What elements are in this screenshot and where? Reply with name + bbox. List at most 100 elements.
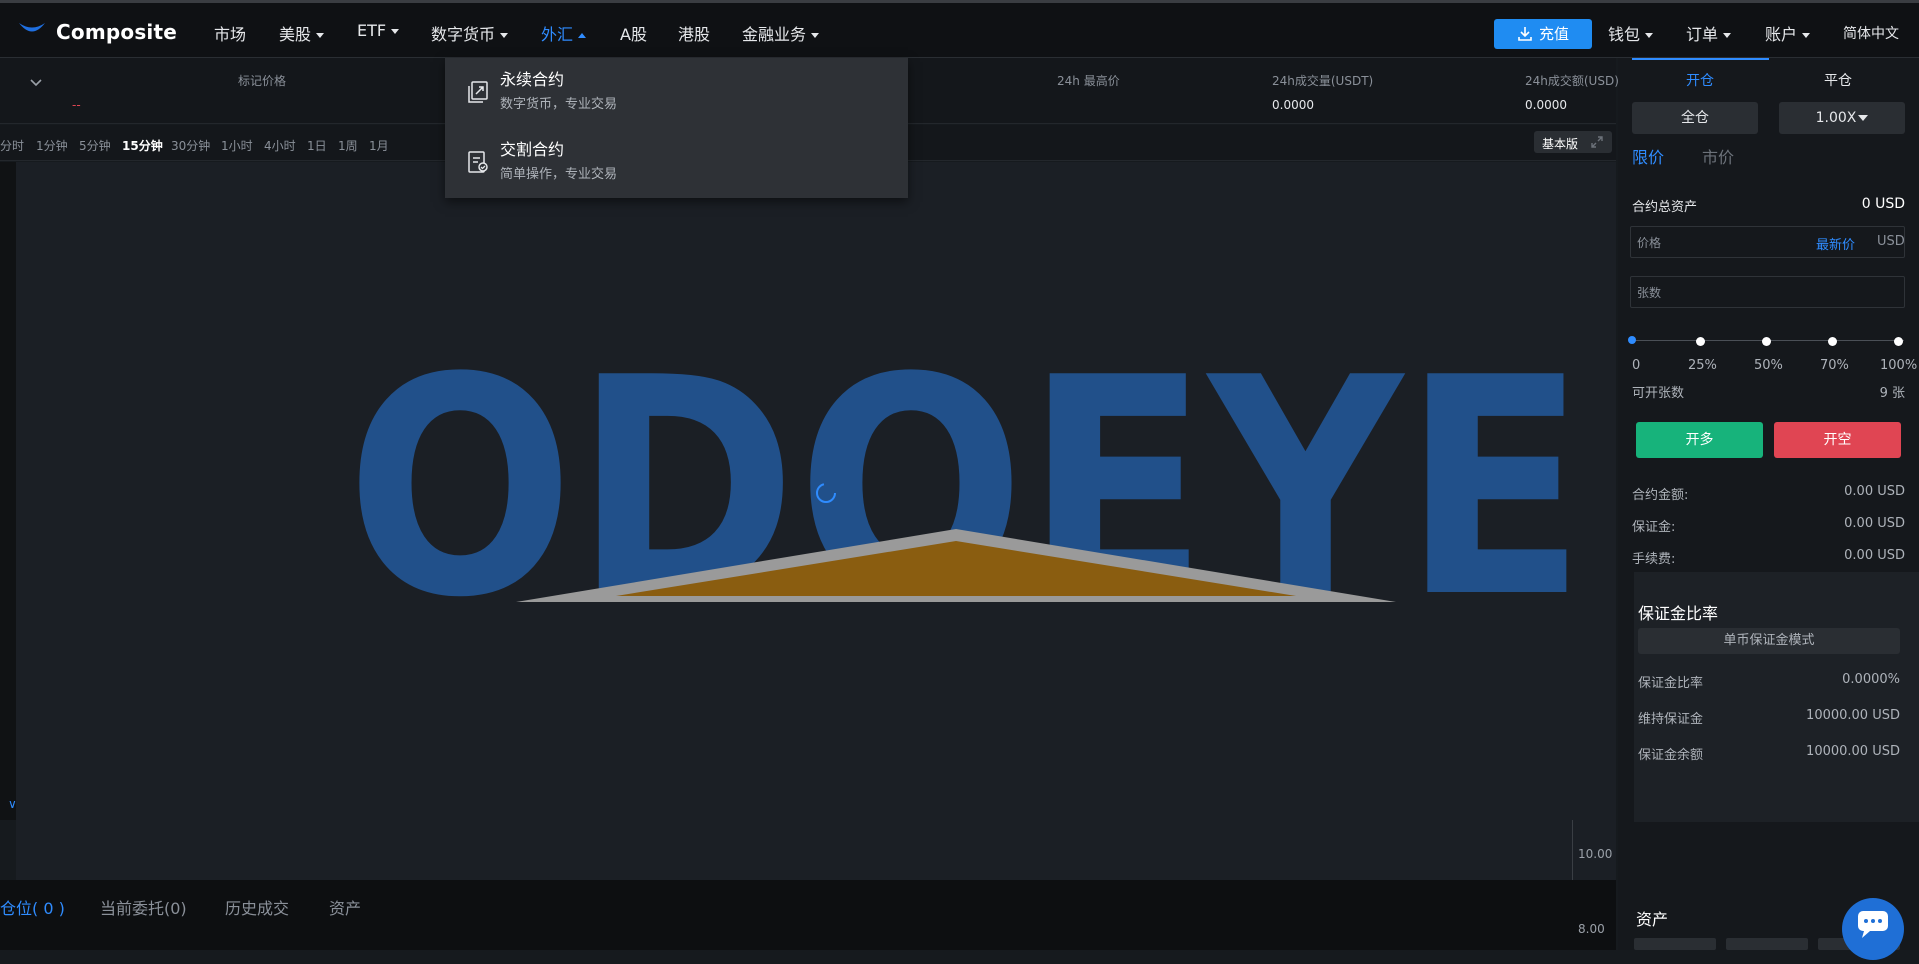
positions-tabs: 仓位( 0 ) 当前委托(0) 历史成交 资产 8.00 [0, 880, 1616, 950]
trade-panel: 开仓 平仓 全仓 1.00X 限价 市价 合约总资产 0 USD 价格 最新价 … [1618, 58, 1919, 950]
price-scale-axis [1572, 820, 1573, 880]
tab-positions[interactable]: 仓位( 0 ) [0, 895, 65, 919]
chat-icon [1858, 911, 1888, 938]
nav-market[interactable]: 市场 [214, 21, 246, 45]
chevron-down-icon [1723, 33, 1732, 38]
quantity-placeholder: 张数 [1637, 286, 1662, 300]
tab-open-orders[interactable]: 当前委托(0) [100, 895, 187, 919]
timeframe-option[interactable]: 1日 [307, 137, 327, 154]
timeframe-option[interactable]: 1分钟 [36, 137, 68, 154]
leverage-value: 1.00X [1815, 110, 1857, 126]
quantity-input[interactable]: 张数 [1630, 276, 1905, 308]
mark-price-label: 标记价格 [238, 74, 287, 88]
percent-label: 0 [1632, 358, 1641, 373]
tab-trade-history[interactable]: 历史成交 [225, 895, 289, 919]
timeframe-option[interactable]: 4小时 [264, 137, 296, 154]
forex-dropdown-menu: 永续合约 数字货币，专业交易 交割合约 简单操作，专业交易 [445, 58, 908, 198]
nav-financial-label: 金融业务 [742, 25, 807, 44]
slider-stop[interactable] [1894, 337, 1903, 346]
asset-action-button[interactable] [1634, 938, 1716, 950]
chevron-down-icon [316, 33, 325, 38]
cross-margin-button[interactable]: 全仓 [1632, 102, 1758, 134]
tab-assets[interactable]: 资产 [329, 895, 361, 919]
menu-item-delivery[interactable]: 交割合约 简单操作，专业交易 [445, 128, 908, 198]
chart-area[interactable]: ODOEYE ∨ [8, 162, 1616, 880]
basic-version-label: 基本版 [1542, 137, 1579, 151]
maintenance-margin-value: 10000.00 USD [1806, 708, 1900, 723]
timeframe-option[interactable]: 1小时 [221, 137, 253, 154]
available-qty-value: 9 张 [1879, 386, 1905, 401]
tab-limit-order[interactable]: 限价 [1632, 144, 1664, 168]
nav-orders[interactable]: 订单 [1686, 21, 1732, 45]
brand-name[interactable]: Composite [56, 20, 177, 44]
latest-price-button[interactable]: 最新价 [1816, 234, 1855, 253]
nav-us-stocks[interactable]: 美股 [279, 21, 325, 45]
available-qty-label: 可开张数 [1632, 386, 1685, 401]
volume-24h-label: 24h成交量(USDT) [1272, 74, 1374, 88]
chart-marker-icon: ∨ [8, 797, 17, 811]
margin-label: 保证金: [1632, 520, 1676, 535]
high-24h-label: 24h 最高价 [1057, 74, 1120, 88]
assets-title: 资产 [1636, 910, 1669, 929]
slider-stop[interactable] [1762, 337, 1771, 346]
brand-logo-icon[interactable] [18, 20, 46, 36]
nav-etf[interactable]: ETF [357, 21, 400, 40]
menu-item-title: 交割合约 [500, 140, 565, 159]
volume-24h-value: 0.0000 [1272, 98, 1314, 112]
open-short-button[interactable]: 开空 [1774, 422, 1901, 458]
timeframe-option-selected[interactable]: 15分钟 [122, 137, 163, 154]
nav-crypto[interactable]: 数字货币 [431, 21, 509, 45]
timeframe-option[interactable]: 1月 [369, 137, 389, 154]
mark-price-value: -- [72, 98, 81, 112]
ratio-label: 保证金比率 [1638, 676, 1704, 691]
slider-stop[interactable] [1696, 337, 1705, 346]
percent-slider-handle[interactable] [1628, 336, 1636, 344]
tab-close-position[interactable]: 平仓 [1824, 70, 1852, 90]
nav-wallet-label: 钱包 [1608, 25, 1641, 44]
margin-value: 0.00 USD [1844, 516, 1905, 531]
nav-market-label: 市场 [214, 25, 247, 44]
nav-financial-services[interactable]: 金融业务 [742, 21, 820, 45]
single-margin-mode-button[interactable]: 单币保证金模式 [1638, 628, 1900, 654]
turnover-24h-value: 0.0000 [1525, 98, 1567, 112]
price-currency: USD [1877, 234, 1905, 249]
deposit-label: 充值 [1538, 25, 1569, 43]
open-long-button[interactable]: 开多 [1636, 422, 1763, 458]
asset-action-button[interactable] [1726, 938, 1808, 950]
nav-hk-stocks[interactable]: 港股 [678, 21, 710, 45]
top-navigation-bar: Composite 市场 美股 ETF 数字货币 外汇 A股 港股 金融业务 充… [0, 0, 1919, 58]
ratio-value: 0.0000% [1842, 672, 1900, 687]
percent-label: 25% [1688, 358, 1717, 373]
menu-item-perpetual[interactable]: 永续合约 数字货币，专业交易 [445, 58, 908, 128]
margin-balance-label: 保证金余额 [1638, 748, 1704, 763]
perpetual-contract-icon [468, 81, 488, 103]
timeframe-option[interactable]: 1周 [338, 137, 358, 154]
basic-version-toggle[interactable]: 基本版 [1534, 131, 1612, 153]
nav-account[interactable]: 账户 [1765, 21, 1811, 45]
delivery-contract-icon [468, 151, 488, 173]
nav-forex[interactable]: 外汇 [541, 21, 587, 45]
timeframe-option[interactable]: 30分钟 [171, 137, 210, 154]
deposit-button[interactable]: 充值 [1494, 19, 1592, 49]
price-input[interactable]: 价格 最新价 USD [1630, 226, 1905, 258]
menu-item-subtitle: 简单操作，专业交易 [500, 167, 618, 182]
chevron-down-icon[interactable] [29, 78, 43, 88]
active-tab-indicator [1632, 58, 1769, 60]
tab-market-order[interactable]: 市价 [1702, 144, 1734, 168]
language-selector[interactable]: 简体中文 [1843, 23, 1899, 43]
nav-wallet[interactable]: 钱包 [1608, 21, 1654, 45]
timeframe-option[interactable]: 分时 [0, 137, 24, 154]
chevron-down-icon [500, 33, 509, 38]
nav-a-shares[interactable]: A股 [620, 21, 647, 45]
tab-open-position[interactable]: 开仓 [1686, 70, 1714, 90]
expand-icon[interactable] [1590, 135, 1604, 149]
chevron-down-icon [811, 33, 820, 38]
leverage-button[interactable]: 1.00X [1779, 102, 1905, 134]
watermark-logo-text: ODOEYE [346, 314, 1586, 663]
chat-support-button[interactable] [1842, 898, 1904, 960]
total-assets-label: 合约总资产 [1632, 200, 1698, 215]
margin-balance-value: 10000.00 USD [1806, 744, 1900, 759]
slider-stop[interactable] [1828, 337, 1837, 346]
timeframe-option[interactable]: 5分钟 [79, 137, 111, 154]
price-scale-tick: 8.00 [1578, 922, 1605, 936]
